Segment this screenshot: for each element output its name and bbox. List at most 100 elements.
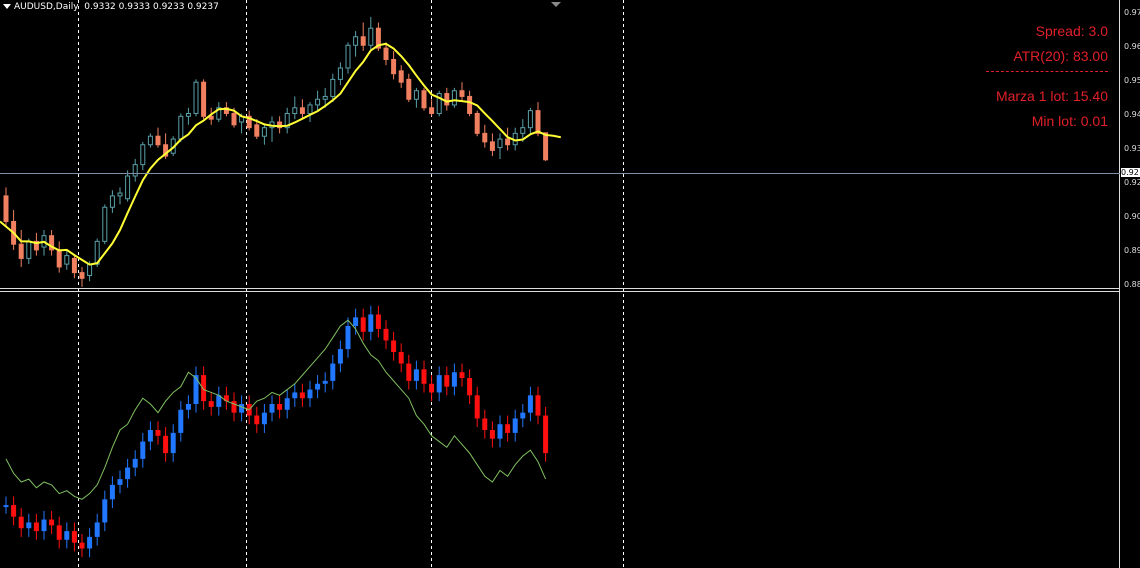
histogram-bar	[26, 522, 32, 529]
ohlc-values: 0.9332 0.9333 0.9233 0.9237	[84, 2, 219, 12]
histogram-bar	[49, 519, 55, 526]
info-separator	[986, 71, 1108, 72]
candle-body	[429, 107, 435, 114]
margin-label: Marza 1 lot: 15.40	[995, 88, 1108, 104]
candle-body	[398, 70, 404, 83]
candle-body	[254, 124, 260, 137]
candle-body	[368, 27, 374, 46]
candle-body	[18, 243, 24, 259]
histogram-bar	[330, 363, 336, 381]
histogram-bar	[482, 418, 488, 430]
candle-body	[451, 90, 457, 106]
histogram-bar	[337, 349, 343, 364]
histogram-bar	[383, 328, 389, 341]
candle-body	[527, 110, 533, 129]
histogram-bar	[201, 375, 207, 402]
histogram-bar	[353, 317, 359, 326]
candle-body	[322, 95, 328, 100]
histogram-bar	[444, 375, 450, 387]
candle-body	[125, 175, 131, 200]
candle-body	[56, 249, 62, 268]
candle-body	[543, 132, 549, 161]
candle-body	[391, 58, 397, 75]
candle-body	[231, 112, 237, 126]
chart-window[interactable]: AUDUSD,Daily 0.9332 0.9333 0.9233 0.9237…	[0, 0, 1140, 568]
histogram-bar	[56, 525, 62, 540]
candle-body	[3, 195, 9, 222]
candle-body	[383, 47, 389, 60]
candle-body	[353, 36, 359, 46]
histogram-bar	[406, 363, 412, 381]
histogram-bar	[322, 380, 328, 384]
chart-header[interactable]: AUDUSD,Daily 0.9332 0.9333 0.9233 0.9237	[3, 2, 219, 12]
histogram-bar	[459, 372, 465, 378]
histogram-bar	[368, 314, 374, 332]
candle-body	[421, 90, 427, 109]
dropdown-arrow-icon[interactable]	[3, 4, 11, 9]
candle-body	[261, 127, 267, 137]
candle-body	[406, 78, 412, 100]
histogram-bar	[155, 430, 161, 436]
histogram-bar	[117, 479, 123, 485]
histogram-bar	[64, 531, 70, 540]
histogram-bar	[269, 404, 275, 413]
chart-canvas[interactable]	[0, 0, 1140, 568]
candle-body	[79, 272, 85, 279]
histogram-bar	[140, 441, 146, 459]
histogram-bar	[254, 415, 260, 425]
candle-body	[193, 81, 199, 114]
candle-body	[482, 132, 488, 143]
histogram-bar	[467, 378, 473, 396]
price-tick: 0.93	[1124, 144, 1140, 153]
symbol-label: AUDUSD,Daily	[14, 2, 79, 12]
histogram-bar	[512, 418, 518, 433]
candle-body	[337, 67, 343, 80]
histogram-bar	[345, 326, 351, 350]
spread-label: Spread: 3.0	[1035, 23, 1108, 39]
histogram-bar	[178, 409, 184, 433]
histogram-bar	[520, 412, 526, 419]
histogram-bar	[451, 372, 457, 387]
candle-body	[315, 98, 321, 106]
histogram-bar	[307, 389, 313, 399]
histogram-bar	[543, 415, 549, 454]
candle-body	[292, 107, 298, 114]
candle-body	[444, 93, 450, 106]
histogram-bar	[193, 375, 199, 404]
histogram-bar	[535, 395, 541, 416]
candle-body	[201, 81, 207, 117]
histogram-bar	[398, 352, 404, 364]
histogram-bar	[125, 467, 131, 480]
price-tick: 0.90	[1124, 212, 1140, 221]
candle-body	[505, 138, 511, 146]
candle-body	[185, 112, 191, 117]
histogram-bar	[436, 375, 442, 393]
histogram-bar	[132, 458, 138, 468]
candle-body	[178, 115, 184, 140]
price-tick: 0.97	[1124, 8, 1140, 17]
histogram-bar	[239, 404, 245, 413]
histogram-bar	[360, 317, 366, 332]
histogram-bar	[429, 383, 435, 393]
candle-body	[147, 135, 153, 146]
price-tick: 0.92	[1124, 178, 1140, 187]
price-tick: 0.94	[1124, 110, 1140, 119]
candle-body	[520, 127, 526, 134]
candle-body	[87, 263, 93, 276]
candle-body	[467, 95, 473, 114]
histogram-bar	[497, 424, 503, 439]
histogram-bar	[315, 383, 321, 390]
histogram-bar	[391, 340, 397, 352]
histogram-bar	[18, 516, 24, 529]
price-tick: 0.89	[1124, 246, 1140, 255]
candle-body	[497, 138, 503, 149]
histogram-bar	[33, 522, 39, 532]
histogram-bar	[489, 430, 495, 439]
candle-body	[64, 255, 70, 265]
histogram-bar	[299, 392, 305, 399]
candle-body	[155, 135, 161, 146]
candle-body	[299, 107, 305, 114]
histogram-bar	[3, 505, 9, 508]
histogram-bar	[41, 519, 47, 532]
histogram-bar	[277, 404, 283, 410]
